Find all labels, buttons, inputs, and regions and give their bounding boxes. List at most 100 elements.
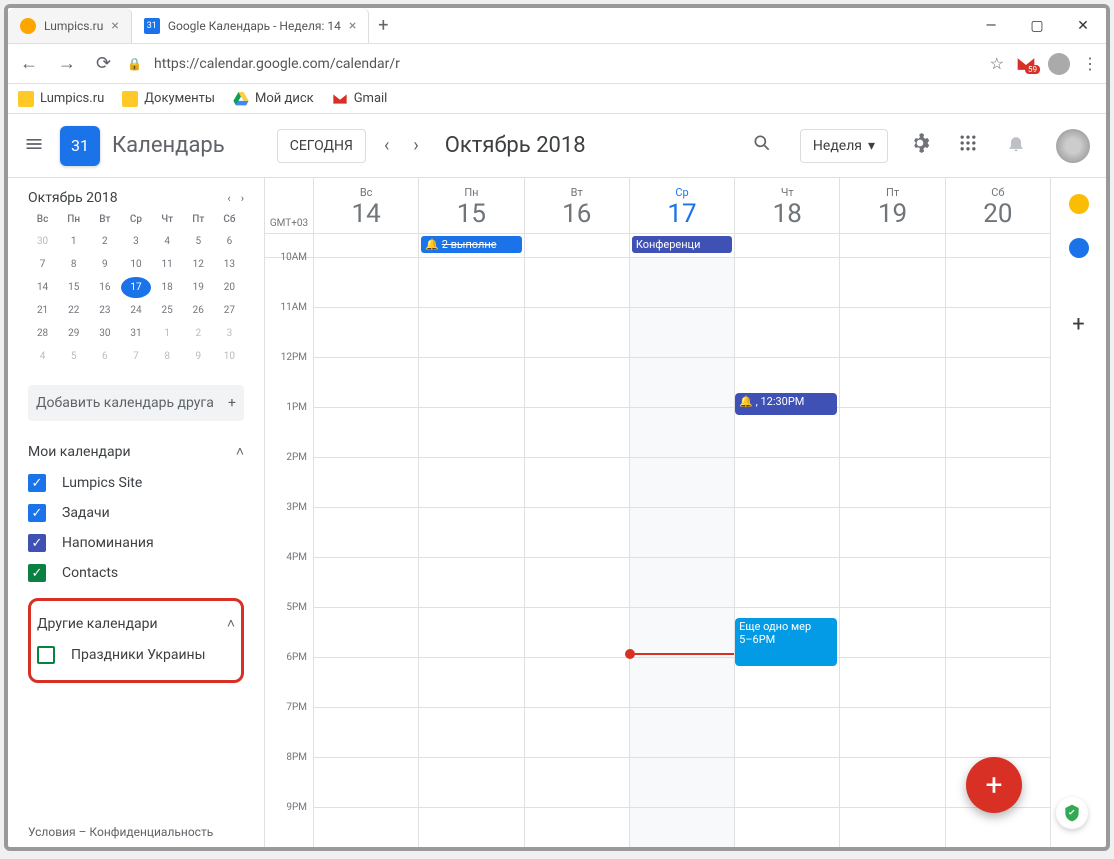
footer-links[interactable]: Условия – Конфиденциальность	[28, 825, 213, 839]
my-calendars-header[interactable]: Мои календари˄	[28, 435, 244, 468]
other-calendars-header[interactable]: Другие календари˄	[37, 607, 235, 640]
mini-day[interactable]: 10	[215, 346, 244, 367]
mini-day[interactable]: 1	[59, 231, 88, 252]
mini-day[interactable]: 1	[153, 323, 182, 344]
mini-prev-button[interactable]: ‹	[227, 192, 230, 205]
day-header[interactable]: Вс14	[313, 178, 418, 233]
calendar-checkbox[interactable]	[37, 646, 55, 664]
tab-close-icon[interactable]: ×	[111, 18, 118, 34]
mini-day[interactable]: 17	[121, 277, 150, 298]
day-header[interactable]: Сб20	[945, 178, 1050, 233]
mini-day[interactable]: 14	[28, 277, 57, 298]
profile-avatar-icon[interactable]	[1048, 53, 1070, 75]
maximize-button[interactable]: ▢	[1014, 18, 1060, 34]
calendar-item[interactable]: Lumpics Site	[28, 468, 244, 498]
gmail-ext-icon[interactable]: 59	[1016, 56, 1036, 72]
mini-day[interactable]: 4	[28, 346, 57, 367]
browser-tab[interactable]: Lumpics.ru×	[8, 8, 132, 43]
mini-day[interactable]: 18	[153, 277, 182, 298]
close-window-button[interactable]: ✕	[1060, 18, 1106, 34]
bookmark-item[interactable]: Gmail	[332, 91, 388, 107]
mini-day[interactable]: 9	[184, 346, 213, 367]
today-button[interactable]: СЕГОДНЯ	[277, 129, 366, 163]
tab-close-icon[interactable]: ×	[349, 18, 356, 34]
mini-day[interactable]: 29	[59, 323, 88, 344]
calendar-checkbox[interactable]	[28, 564, 46, 582]
bookmark-item[interactable]: Lumpics.ru	[18, 91, 104, 107]
minimize-button[interactable]: —	[968, 18, 1014, 34]
mini-day[interactable]: 30	[90, 323, 119, 344]
google-apps-icon[interactable]	[952, 127, 984, 164]
main-menu-icon[interactable]	[24, 134, 48, 158]
mini-day[interactable]: 19	[184, 277, 213, 298]
calendar-checkbox[interactable]	[28, 504, 46, 522]
mini-day[interactable]: 5	[59, 346, 88, 367]
day-header[interactable]: Пн15	[418, 178, 523, 233]
mini-day[interactable]: 7	[121, 346, 150, 367]
mini-next-button[interactable]: ›	[241, 192, 244, 205]
day-header[interactable]: Вт16	[524, 178, 629, 233]
day-header[interactable]: Пт19	[839, 178, 944, 233]
mini-day[interactable]: 11	[153, 254, 182, 275]
mini-day[interactable]: 6	[90, 346, 119, 367]
add-addon-icon[interactable]: +	[1072, 312, 1084, 337]
bookmark-item[interactable]: Мой диск	[233, 91, 314, 107]
calendar-checkbox[interactable]	[28, 474, 46, 492]
bookmark-item[interactable]: Документы	[122, 91, 215, 107]
mini-day[interactable]: 8	[153, 346, 182, 367]
mini-day[interactable]: 7	[28, 254, 57, 275]
bookmark-star-icon[interactable]: ☆	[990, 54, 1004, 73]
calendar-event[interactable]: Еще одно мер5–6PM	[735, 618, 837, 666]
mini-day[interactable]: 28	[28, 323, 57, 344]
allday-event[interactable]: Конференци	[632, 236, 732, 253]
notifications-icon[interactable]	[1000, 127, 1032, 164]
day-column[interactable]: 🔔 , 12:30PM Еще одно мер5–6PM	[734, 258, 839, 847]
mini-day[interactable]: 2	[90, 231, 119, 252]
mini-day[interactable]: 24	[121, 300, 150, 321]
allday-cell[interactable]	[945, 234, 1050, 257]
mini-day[interactable]: 20	[215, 277, 244, 298]
mini-day[interactable]: 10	[121, 254, 150, 275]
forward-button[interactable]: →	[54, 49, 80, 78]
allday-cell[interactable]	[839, 234, 944, 257]
reload-button[interactable]: ⟳	[92, 49, 115, 78]
day-header[interactable]: Ср17	[629, 178, 734, 233]
new-tab-button[interactable]: +	[369, 8, 397, 43]
view-selector[interactable]: Неделя▾	[800, 129, 888, 163]
mini-day[interactable]: 12	[184, 254, 213, 275]
allday-cell[interactable]	[734, 234, 839, 257]
calendar-event[interactable]: 🔔 , 12:30PM	[735, 393, 837, 415]
allday-cell[interactable]: 🔔 2 выполне	[418, 234, 523, 257]
mini-day[interactable]: 5	[184, 231, 213, 252]
browser-tab[interactable]: 31Google Календарь - Неделя: 14×	[132, 8, 370, 43]
allday-cell[interactable]	[313, 234, 418, 257]
mini-day[interactable]: 4	[153, 231, 182, 252]
mini-day[interactable]: 27	[215, 300, 244, 321]
mini-day[interactable]: 3	[215, 323, 244, 344]
mini-day[interactable]: 8	[59, 254, 88, 275]
search-icon[interactable]	[746, 127, 778, 164]
url-text[interactable]: https://calendar.google.com/calendar/r	[154, 56, 978, 72]
next-week-button[interactable]: ›	[407, 135, 424, 156]
mini-day[interactable]: 26	[184, 300, 213, 321]
allday-cell[interactable]: Конференци	[629, 234, 734, 257]
mini-day[interactable]: 30	[28, 231, 57, 252]
security-shield-icon[interactable]	[1056, 797, 1088, 829]
mini-day[interactable]: 16	[90, 277, 119, 298]
mini-day[interactable]: 3	[121, 231, 150, 252]
day-column[interactable]	[524, 258, 629, 847]
calendar-item[interactable]: Задачи	[28, 498, 244, 528]
mini-day[interactable]: 15	[59, 277, 88, 298]
calendar-checkbox[interactable]	[28, 534, 46, 552]
calendar-item[interactable]: Напоминания	[28, 528, 244, 558]
day-column[interactable]	[629, 258, 734, 847]
mini-day[interactable]: 25	[153, 300, 182, 321]
mini-day[interactable]: 22	[59, 300, 88, 321]
calendar-item[interactable]: Contacts	[28, 558, 244, 588]
allday-cell[interactable]	[524, 234, 629, 257]
mini-day[interactable]: 23	[90, 300, 119, 321]
tasks-icon[interactable]	[1069, 238, 1089, 258]
mini-day[interactable]: 9	[90, 254, 119, 275]
allday-event[interactable]: 🔔 2 выполне	[421, 236, 521, 253]
mini-day[interactable]: 21	[28, 300, 57, 321]
